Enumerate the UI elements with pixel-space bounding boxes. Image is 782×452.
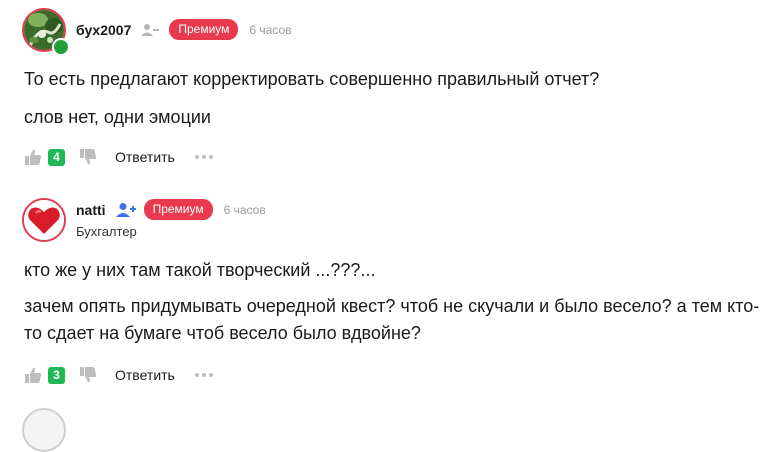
- comment-text: слов нет, одни эмоции: [24, 107, 211, 127]
- comment-actions: 3 Ответить: [24, 366, 213, 384]
- comment-text: То есть предлагают корректировать соверш…: [24, 69, 600, 89]
- comment-header: бух2007 Премиум 6 часов: [76, 19, 292, 40]
- thumbs-down-icon[interactable]: [79, 148, 97, 166]
- more-options-icon[interactable]: [194, 155, 213, 159]
- comment-time: 6 часов: [223, 202, 266, 217]
- user-role: Бухгалтер: [76, 224, 137, 239]
- online-status-indicator: [52, 38, 70, 56]
- comment-text: зачем опять придумывать очередной квест?…: [24, 296, 760, 343]
- comment-time: 6 часов: [249, 22, 292, 37]
- thumbs-up-icon[interactable]: [24, 366, 42, 384]
- username[interactable]: natti: [76, 202, 106, 218]
- avatar-image: [24, 200, 64, 240]
- premium-badge[interactable]: Премиум: [143, 199, 213, 220]
- avatar[interactable]: [22, 198, 66, 242]
- add-user-icon[interactable]: [115, 202, 136, 218]
- thumbs-up-icon[interactable]: [24, 148, 42, 166]
- comment-header: natti Премиум 6 часов: [76, 199, 266, 220]
- reply-button[interactable]: Ответить: [115, 367, 175, 383]
- user-minus-icon[interactable]: [141, 22, 161, 38]
- thumbs-down-icon[interactable]: [79, 366, 97, 384]
- username[interactable]: бух2007: [76, 22, 131, 38]
- reply-button[interactable]: Ответить: [115, 149, 175, 165]
- likes-count: 4: [48, 148, 65, 166]
- comment-actions: 4 Ответить: [24, 148, 213, 166]
- avatar[interactable]: [22, 408, 66, 452]
- likes-count: 3: [48, 366, 65, 384]
- comment-text: кто же у них там такой творческий ...???…: [24, 260, 376, 280]
- premium-badge[interactable]: Премиум: [169, 19, 239, 40]
- more-options-icon[interactable]: [194, 373, 213, 377]
